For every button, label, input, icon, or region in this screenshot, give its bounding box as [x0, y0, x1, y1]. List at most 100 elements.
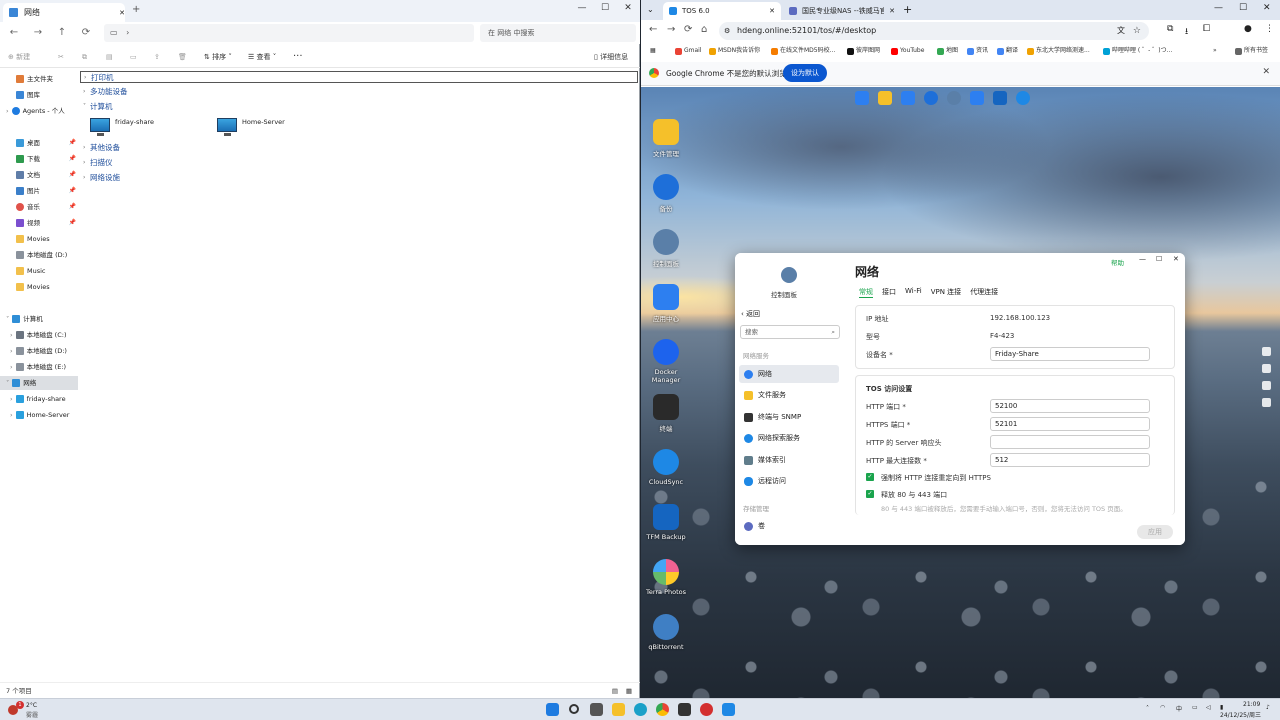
wifi-icon[interactable]: ◠ — [1160, 704, 1165, 711]
close-icon[interactable]: ✕ — [1262, 67, 1270, 77]
bookmark-bilibili[interactable]: 哔哩哔哩 ( ゜- ゜)つ... — [1103, 46, 1172, 56]
copy-icon[interactable]: ⧉ — [82, 50, 87, 64]
sidebar-item-remote-access[interactable]: 远程访问 — [739, 472, 839, 490]
tray-chevron-icon[interactable]: ˄ — [1146, 705, 1149, 712]
desktop-icon-backup[interactable]: 备份 — [643, 174, 689, 213]
sidebar-item-network[interactable]: 网络 — [739, 365, 839, 383]
reload-icon[interactable]: ⟳ — [684, 24, 692, 35]
up-icon[interactable]: ↑ — [54, 26, 70, 40]
address-box[interactable]: ▭ › — [104, 24, 474, 42]
sort-button[interactable]: ⇅ 排序 ˅ — [204, 50, 232, 64]
info-icon[interactable] — [1262, 398, 1271, 407]
close-tab-icon[interactable]: ✕ — [119, 9, 125, 17]
details-view-icon[interactable]: ▤ — [612, 683, 618, 699]
back-icon[interactable]: ← — [649, 24, 657, 35]
desktop-icon-file-manager[interactable]: 文件管理 — [643, 119, 689, 158]
close-button[interactable]: ✕ — [616, 0, 640, 18]
sidebar-item-friday-share[interactable]: › friday-share — [0, 392, 78, 406]
task-view-icon[interactable] — [590, 703, 603, 716]
sidebar-item-home-server[interactable]: › Home-Server — [0, 408, 78, 422]
bookmark-gmail[interactable]: Gmail — [675, 46, 702, 56]
view-button[interactable]: ☰ 查看 ˅ — [248, 50, 276, 64]
chrome-icon[interactable] — [656, 703, 669, 716]
computer-item-friday-share[interactable]: friday-share — [90, 118, 154, 140]
back-icon[interactable]: ← — [6, 26, 22, 40]
forward-icon[interactable]: → — [667, 24, 675, 35]
paste-icon[interactable]: ▤ — [106, 50, 113, 64]
sidebar-item-pictures[interactable]: 图片 📌 — [0, 184, 78, 198]
sidebar-item-documents[interactable]: 文档 📌 — [0, 168, 78, 182]
bookmark-youtube[interactable]: YouTube — [891, 46, 924, 56]
edge-icon[interactable] — [634, 703, 647, 716]
more-button[interactable]: ··· — [293, 50, 303, 64]
share-icon[interactable]: ⇪ — [154, 50, 160, 64]
new-tab-button[interactable]: + — [132, 4, 140, 15]
new-tab-button[interactable]: + — [903, 3, 912, 16]
sidebar-item-network[interactable]: ˅ 网络 — [0, 376, 78, 390]
extension-icon[interactable]: ⧉ — [1167, 24, 1173, 34]
app-icon[interactable] — [678, 703, 691, 716]
bookmark-bian[interactable]: 彼岸图网 — [847, 46, 880, 56]
device-name-input[interactable]: Friday-Share — [990, 347, 1150, 361]
close-tab-icon[interactable]: ✕ — [889, 7, 895, 15]
start-icon[interactable] — [546, 703, 559, 716]
group-other-devices[interactable]: › 其他设备 — [80, 142, 638, 154]
bookmark-msdn[interactable]: MSDN我告诉你 — [709, 46, 760, 56]
headset-icon[interactable] — [1016, 91, 1030, 105]
omnibox[interactable]: ⚙ hdeng.online:52101/tos/#/desktop 文 ☆ — [719, 22, 1149, 40]
apps-icon[interactable]: ▦ — [650, 46, 656, 56]
chat-icon[interactable] — [1262, 364, 1271, 373]
tab-terramaster[interactable]: 国民专业级NAS --铁威马官方... ✕ — [783, 2, 901, 20]
netease-music-icon[interactable] — [700, 703, 713, 716]
bookmark-translate[interactable]: 翻译 — [997, 46, 1018, 56]
desktop-icon-terra-photos[interactable]: Terra Photos — [643, 559, 689, 596]
http-port-input[interactable]: 52100 — [990, 399, 1150, 413]
tab-search-icon[interactable]: ⌄ — [647, 5, 654, 14]
clock-time[interactable]: 21:09 — [1243, 701, 1260, 708]
new-button[interactable]: ⊕ 新建 — [8, 50, 30, 64]
sidebar-item-onedrive[interactable]: › Agents - 个人 — [0, 104, 78, 118]
home-icon[interactable]: ⌂ — [701, 24, 707, 35]
apply-button[interactable]: 应用 — [1137, 525, 1173, 539]
sidebar-search-input[interactable]: 搜索 ⌕ — [740, 325, 840, 339]
group-network-infrastructure[interactable]: › 网络设施 — [80, 172, 638, 184]
refresh-icon[interactable]: ⟳ — [78, 26, 94, 40]
download-icon[interactable]: ⭳ — [1185, 24, 1188, 40]
sidebar-item-videos[interactable]: 视频 📌 — [0, 216, 78, 230]
sidebar-item-media-index[interactable]: 媒体索引 — [739, 451, 839, 469]
bookmark-star-icon[interactable]: ☆ — [1133, 22, 1141, 40]
gear-icon[interactable] — [947, 91, 961, 105]
sidebar-item-drive-d2[interactable]: › 本地磁盘 (D:) — [0, 344, 78, 358]
sidebar-item-terminal-snmp[interactable]: 终端与 SNMP — [739, 408, 839, 426]
desktop-icon-cloudsync[interactable]: CloudSync — [643, 449, 689, 486]
close-button[interactable]: ✕ — [1263, 3, 1271, 13]
document-icon[interactable] — [901, 91, 915, 105]
minimize-button[interactable]: — — [1139, 255, 1146, 263]
ime-icon[interactable]: 中 — [1176, 704, 1182, 713]
volume-icon[interactable]: ◁ — [1206, 704, 1211, 711]
release-ports-checkbox[interactable]: ✓ — [866, 490, 874, 498]
desktop-icon-app-center[interactable]: 应用中心 — [643, 284, 689, 323]
details-button[interactable]: ▯ 详细信息 — [594, 50, 628, 64]
search-icon[interactable] — [569, 704, 579, 714]
sidebar-item-movies-folder[interactable]: Movies — [0, 280, 78, 294]
sidebar-item-music[interactable]: 音乐 📌 — [0, 200, 78, 214]
back-button[interactable]: ‹ 返回 — [741, 309, 760, 319]
sidebar-item-file-services[interactable]: 文件服务 — [739, 386, 839, 404]
tiles-view-icon[interactable]: ▦ — [626, 683, 632, 699]
tab-general[interactable]: 常规 — [859, 287, 873, 298]
network-tray-icon[interactable]: ▭ — [1192, 704, 1198, 711]
bookmark-maps[interactable]: 地图 — [937, 46, 958, 56]
bookmark-news[interactable]: 资讯 — [967, 46, 988, 56]
weather-widget[interactable]: 1 2°C 雾霾 — [8, 701, 48, 719]
group-printers[interactable]: › 打印机 — [80, 71, 638, 83]
message-icon[interactable] — [1262, 347, 1271, 356]
group-multifunction[interactable]: › 多功能设备 — [80, 86, 638, 98]
file-explorer-icon[interactable] — [612, 703, 625, 716]
puzzle-icon[interactable]: ⧠ — [1203, 24, 1210, 34]
sidebar-item-downloads[interactable]: 下载 📌 — [0, 152, 78, 166]
explorer-tab[interactable]: 网络 ✕ — [3, 3, 125, 22]
tab-tos[interactable]: TOS 6.0 ✕ — [663, 2, 781, 20]
tab-wifi[interactable]: Wi-Fi — [905, 287, 922, 298]
desktop-icon-tfm-backup[interactable]: TFM Backup — [643, 504, 689, 541]
